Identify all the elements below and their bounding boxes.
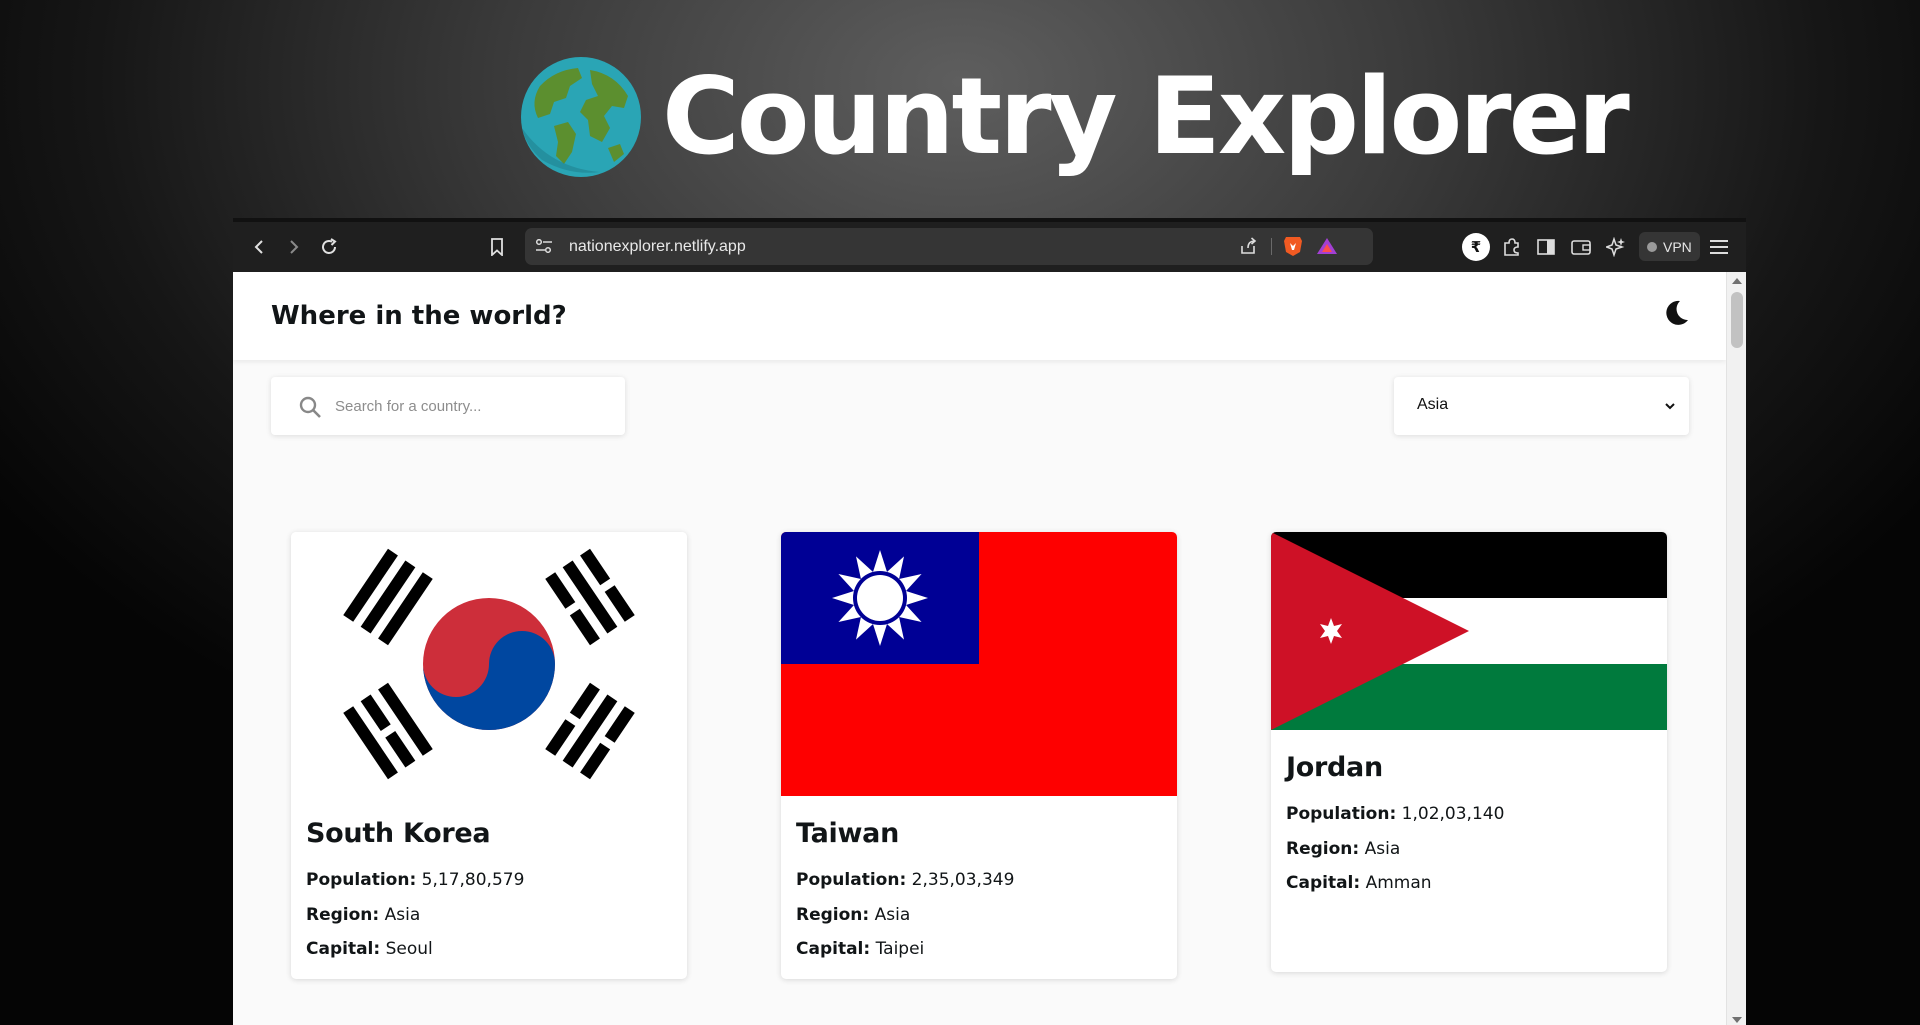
- site-header: Where in the world?: [233, 272, 1726, 360]
- wallet-icon[interactable]: [1569, 235, 1593, 259]
- back-icon[interactable]: [247, 235, 271, 259]
- hero: Country Explorer: [520, 52, 1630, 182]
- forward-icon[interactable]: [282, 235, 306, 259]
- capital-value: Seoul: [385, 939, 433, 959]
- wallet-currency-icon[interactable]: ₹: [1462, 233, 1490, 261]
- card-body: Taiwan Population: 2,35,03,349 Region: A…: [781, 796, 1177, 979]
- card-body: South Korea Population: 5,17,80,579 Regi…: [291, 796, 687, 979]
- population-value: 1,02,03,140: [1401, 804, 1505, 824]
- capital-label: Capital:: [1286, 873, 1361, 893]
- search-input[interactable]: [335, 377, 615, 435]
- search-box[interactable]: [271, 377, 625, 435]
- population-line: Population: 5,17,80,579: [306, 863, 672, 898]
- url-text[interactable]: nationexplorer.netlify.app: [569, 238, 746, 256]
- population-line: Population: 2,35,03,349: [796, 863, 1162, 898]
- capital-value: Amman: [1365, 873, 1432, 893]
- search-icon: [299, 396, 321, 418]
- population-label: Population:: [796, 870, 907, 890]
- population-label: Population:: [306, 870, 417, 890]
- extensions-icon[interactable]: [1499, 235, 1523, 259]
- population-value: 5,17,80,579: [421, 870, 525, 890]
- share-icon[interactable]: [1236, 234, 1260, 258]
- menu-icon[interactable]: [1707, 235, 1731, 259]
- region-value: Asia: [384, 904, 421, 925]
- scroll-up-arrow-icon[interactable]: [1732, 278, 1742, 284]
- chevron-down-icon: [1665, 403, 1675, 410]
- vpn-label: VPN: [1663, 238, 1692, 255]
- url-divider: [1271, 238, 1272, 255]
- reload-icon[interactable]: [317, 235, 341, 259]
- capital-line: Capital: Taipei: [796, 932, 1162, 967]
- taiwan-flag: [781, 532, 1177, 796]
- capital-label: Capital:: [306, 939, 381, 959]
- card-body: Jordan Population: 1,02,03,140 Region: A…: [1271, 730, 1667, 913]
- region-label: Region:: [796, 904, 870, 925]
- south-korea-flag: [291, 532, 687, 796]
- country-card-jordan[interactable]: Jordan Population: 1,02,03,140 Region: A…: [1271, 532, 1667, 972]
- address-bar[interactable]: nationexplorer.netlify.app: [525, 228, 1373, 265]
- capital-line: Capital: Seoul: [306, 932, 672, 967]
- scroll-down-arrow-icon[interactable]: [1732, 1017, 1742, 1023]
- site-title: Where in the world?: [271, 301, 567, 331]
- country-name[interactable]: South Korea: [306, 818, 672, 849]
- globe-icon: [521, 57, 641, 177]
- brave-rewards-icon[interactable]: [1315, 234, 1339, 258]
- region-filter-value: Asia: [1417, 396, 1449, 413]
- jordan-flag: [1271, 532, 1667, 730]
- region-line: Region: Asia: [796, 898, 1162, 933]
- region-value: Asia: [1364, 838, 1401, 859]
- page-scrollbar[interactable]: [1726, 272, 1746, 1025]
- capital-value: Taipei: [875, 939, 925, 959]
- brave-shields-icon[interactable]: [1281, 234, 1305, 258]
- web-page: Where in the world? Asia: [233, 272, 1726, 1025]
- region-line: Region: Asia: [1286, 832, 1652, 867]
- country-card-south-korea[interactable]: South Korea Population: 5,17,80,579 Regi…: [291, 532, 687, 979]
- population-line: Population: 1,02,03,140: [1286, 797, 1652, 832]
- population-value: 2,35,03,349: [911, 870, 1015, 890]
- region-line: Region: Asia: [306, 898, 672, 933]
- population-label: Population:: [1286, 804, 1397, 824]
- region-value: Asia: [874, 904, 911, 925]
- sidebar-toggle-icon[interactable]: [1534, 235, 1558, 259]
- moon-icon[interactable]: [1661, 298, 1691, 328]
- site-settings-icon[interactable]: [532, 234, 556, 258]
- bookmark-icon[interactable]: [485, 235, 509, 259]
- region-filter-select[interactable]: Asia: [1394, 377, 1689, 435]
- vpn-button[interactable]: VPN: [1639, 232, 1700, 261]
- hero-title: Country Explorer: [662, 55, 1630, 178]
- country-name[interactable]: Taiwan: [796, 818, 1162, 849]
- leo-ai-icon[interactable]: [1604, 235, 1628, 259]
- capital-label: Capital:: [796, 939, 871, 959]
- region-label: Region:: [1286, 838, 1360, 859]
- browser-window: nationexplorer.netlify.app ₹ VPN Where i…: [233, 218, 1746, 1025]
- country-card-taiwan[interactable]: Taiwan Population: 2,35,03,349 Region: A…: [781, 532, 1177, 979]
- region-label: Region:: [306, 904, 380, 925]
- vpn-status-icon: [1647, 241, 1657, 252]
- country-name[interactable]: Jordan: [1286, 752, 1652, 783]
- browser-toolbar: nationexplorer.netlify.app ₹ VPN: [233, 222, 1746, 272]
- scrollbar-thumb[interactable]: [1731, 292, 1743, 348]
- capital-line: Capital: Amman: [1286, 866, 1652, 901]
